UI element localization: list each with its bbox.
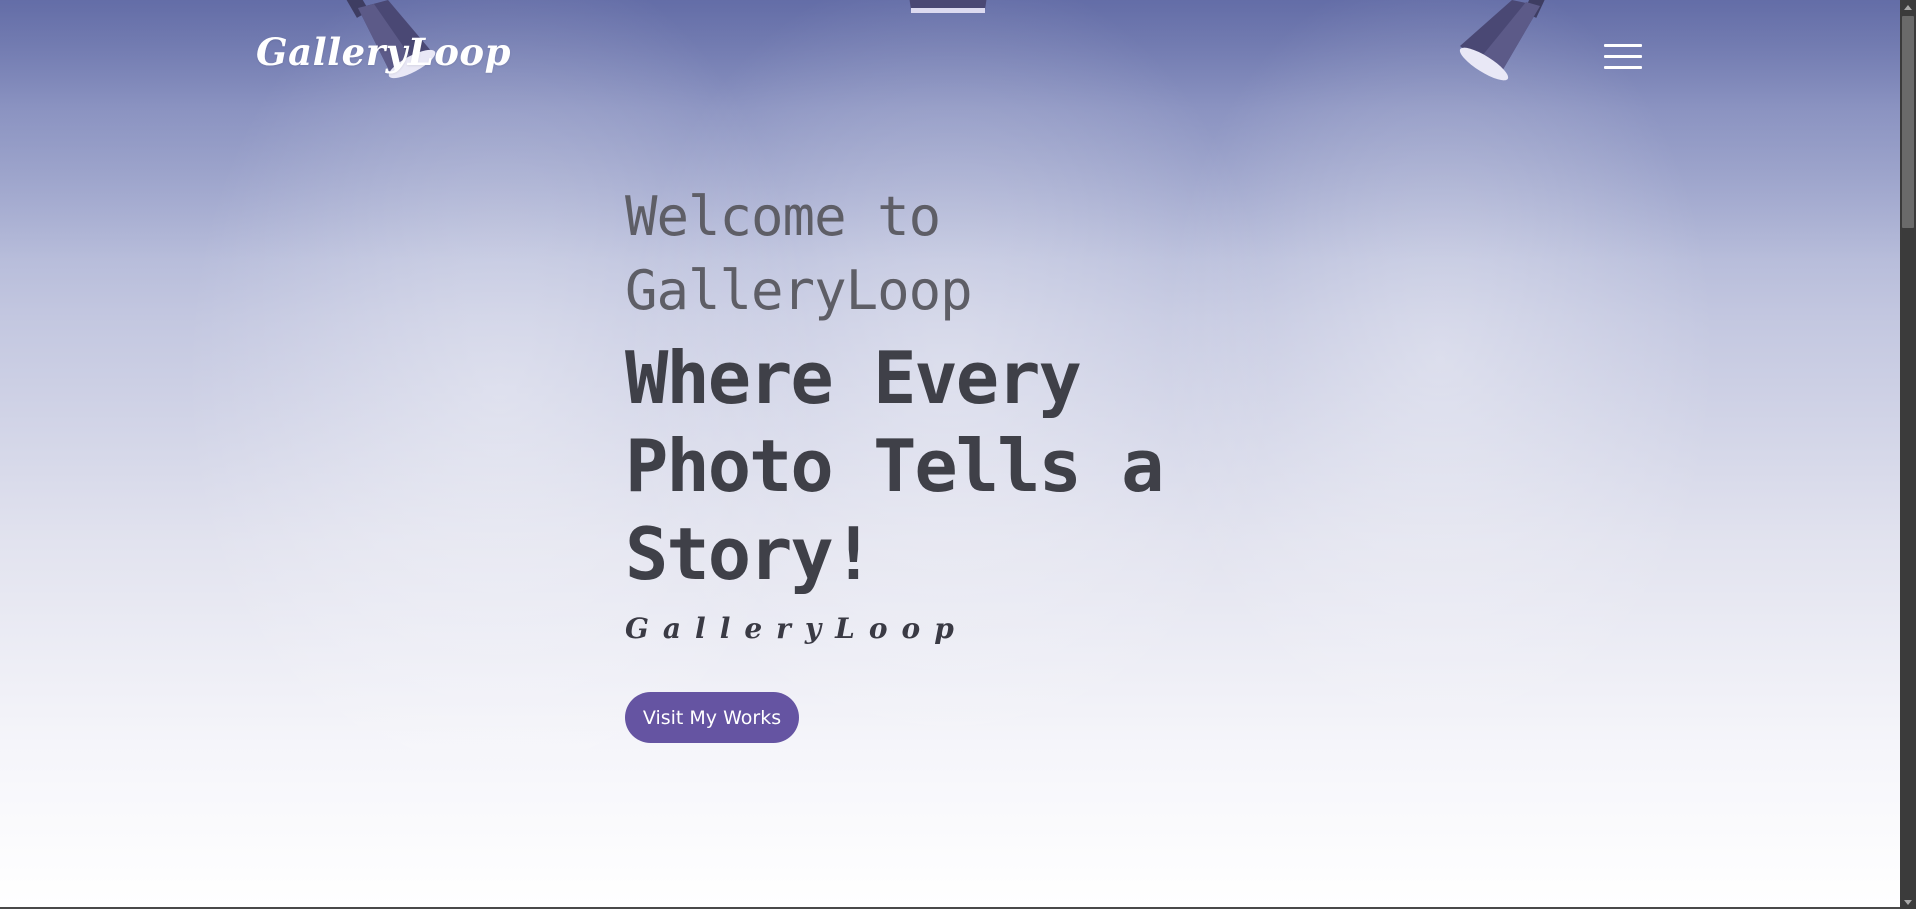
hero-subtitle: GalleryLoop [625, 612, 968, 645]
welcome-heading: Welcome to GalleryLoop [625, 180, 1325, 328]
scroll-down-arrow-icon[interactable] [1900, 895, 1916, 909]
vertical-scrollbar[interactable] [1900, 0, 1916, 909]
hero-content: Welcome to GalleryLoop Where Every Photo… [625, 180, 1325, 645]
spotlight-lamp-icon [905, 0, 991, 18]
tagline-line: Where Every [625, 336, 1082, 420]
menu-bar [1604, 44, 1642, 47]
hero-tagline: Where Every Photo Tells a Story! [625, 334, 1325, 598]
spotlight-lamp-icon [1450, 0, 1560, 89]
welcome-line: Welcome to [625, 185, 941, 248]
tagline-line: Story! [625, 512, 875, 596]
scroll-up-arrow-icon[interactable] [1900, 0, 1916, 14]
scrollbar-thumb[interactable] [1902, 16, 1914, 228]
hamburger-menu-icon[interactable] [1604, 42, 1642, 72]
menu-bar [1604, 66, 1642, 69]
tagline-line: Photo Tells a [625, 424, 1165, 508]
visit-works-button[interactable]: Visit My Works [625, 692, 799, 743]
welcome-line: GalleryLoop [625, 259, 973, 322]
site-logo[interactable]: GalleryLoop [256, 30, 511, 74]
hero-section: GalleryLoop Welcome to GalleryLoop Where… [0, 0, 1900, 907]
menu-bar [1604, 55, 1642, 58]
